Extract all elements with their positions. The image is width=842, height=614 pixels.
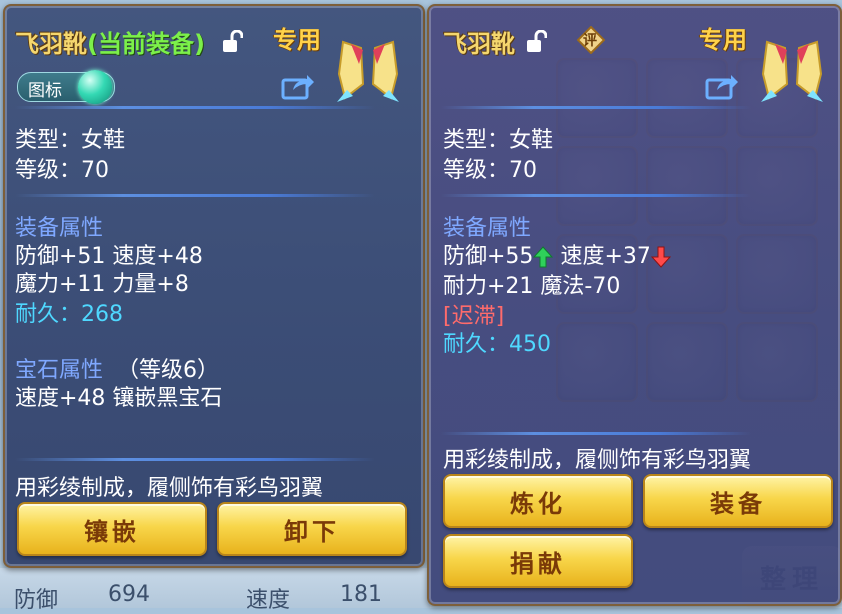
arrow-up-green-icon: [533, 246, 554, 268]
rate-badge-icon[interactable]: 评: [576, 25, 606, 55]
attributes-line-2: 耐力+21 魔法-70: [443, 274, 621, 299]
share-icon[interactable]: [281, 72, 315, 100]
current-equip-label: (当前装备): [87, 30, 205, 58]
arrow-down-red-icon: [650, 246, 671, 268]
item-type: 类型：女鞋: [443, 128, 554, 153]
speed-attribute: 速度+37: [560, 244, 651, 269]
defense-attribute: 防御+55: [443, 244, 534, 269]
unlock-icon[interactable]: [525, 30, 547, 54]
refine-button[interactable]: 炼化: [443, 474, 633, 528]
equipped-item-tooltip: 飞羽靴(当前装备) 专用 图标 类型：女鞋 等级：70 装备属性 防御+51 速…: [3, 4, 425, 568]
divider: [441, 194, 751, 197]
winged-boots-icon: [761, 40, 823, 102]
durability: 耐久：450: [443, 332, 551, 357]
donate-button[interactable]: 捐献: [443, 534, 633, 588]
unequip-button[interactable]: 卸下: [217, 502, 407, 556]
compare-item-tooltip: 飞羽靴 评 专用 类型：女鞋 等级：70 装备属性 防御+55 速度+37 耐力…: [427, 4, 842, 606]
attributes-line-2: 魔力+11 力量+8: [15, 272, 189, 297]
winged-boots-icon: [337, 40, 399, 102]
item-description: 用彩绫制成，履侧饰有彩鸟羽翼: [15, 476, 324, 501]
equip-button[interactable]: 装备: [643, 474, 833, 528]
exclusive-label: 专用: [699, 26, 747, 54]
divider: [441, 106, 751, 109]
share-icon[interactable]: [705, 72, 739, 100]
item-name: 飞羽靴: [15, 30, 87, 58]
attributes-line-1: 防御+55 速度+37: [443, 238, 671, 270]
durability: 耐久：268: [15, 302, 123, 327]
item-level: 等级：70: [443, 158, 537, 183]
divider: [15, 194, 375, 197]
icon-toggle[interactable]: 图标: [17, 70, 115, 104]
stat-speed-value: 181: [340, 582, 382, 607]
divider: [15, 458, 375, 461]
item-title: 飞羽靴(当前装备): [15, 24, 205, 59]
divider: [15, 106, 375, 109]
item-level: 等级：70: [15, 158, 109, 183]
item-description: 用彩绫制成，履侧饰有彩鸟羽翼: [443, 448, 752, 473]
icon-toggle-label: 图标: [28, 81, 62, 101]
item-type: 类型：女鞋: [15, 128, 126, 153]
stat-defense-value: 694: [108, 582, 150, 607]
exclusive-label: 专用: [273, 26, 321, 54]
stat-defense-label: 防御: [14, 588, 59, 613]
stat-speed-label: 速度: [246, 588, 291, 613]
divider: [441, 432, 751, 435]
item-name: 飞羽靴: [443, 30, 515, 58]
gem-attribute: 速度+48 镶嵌黑宝石: [15, 386, 223, 411]
toggle-knob: [78, 70, 112, 104]
inlay-button[interactable]: 镶嵌: [17, 502, 207, 556]
rate-badge-label: 评: [583, 33, 597, 49]
unlock-icon[interactable]: [221, 30, 243, 54]
